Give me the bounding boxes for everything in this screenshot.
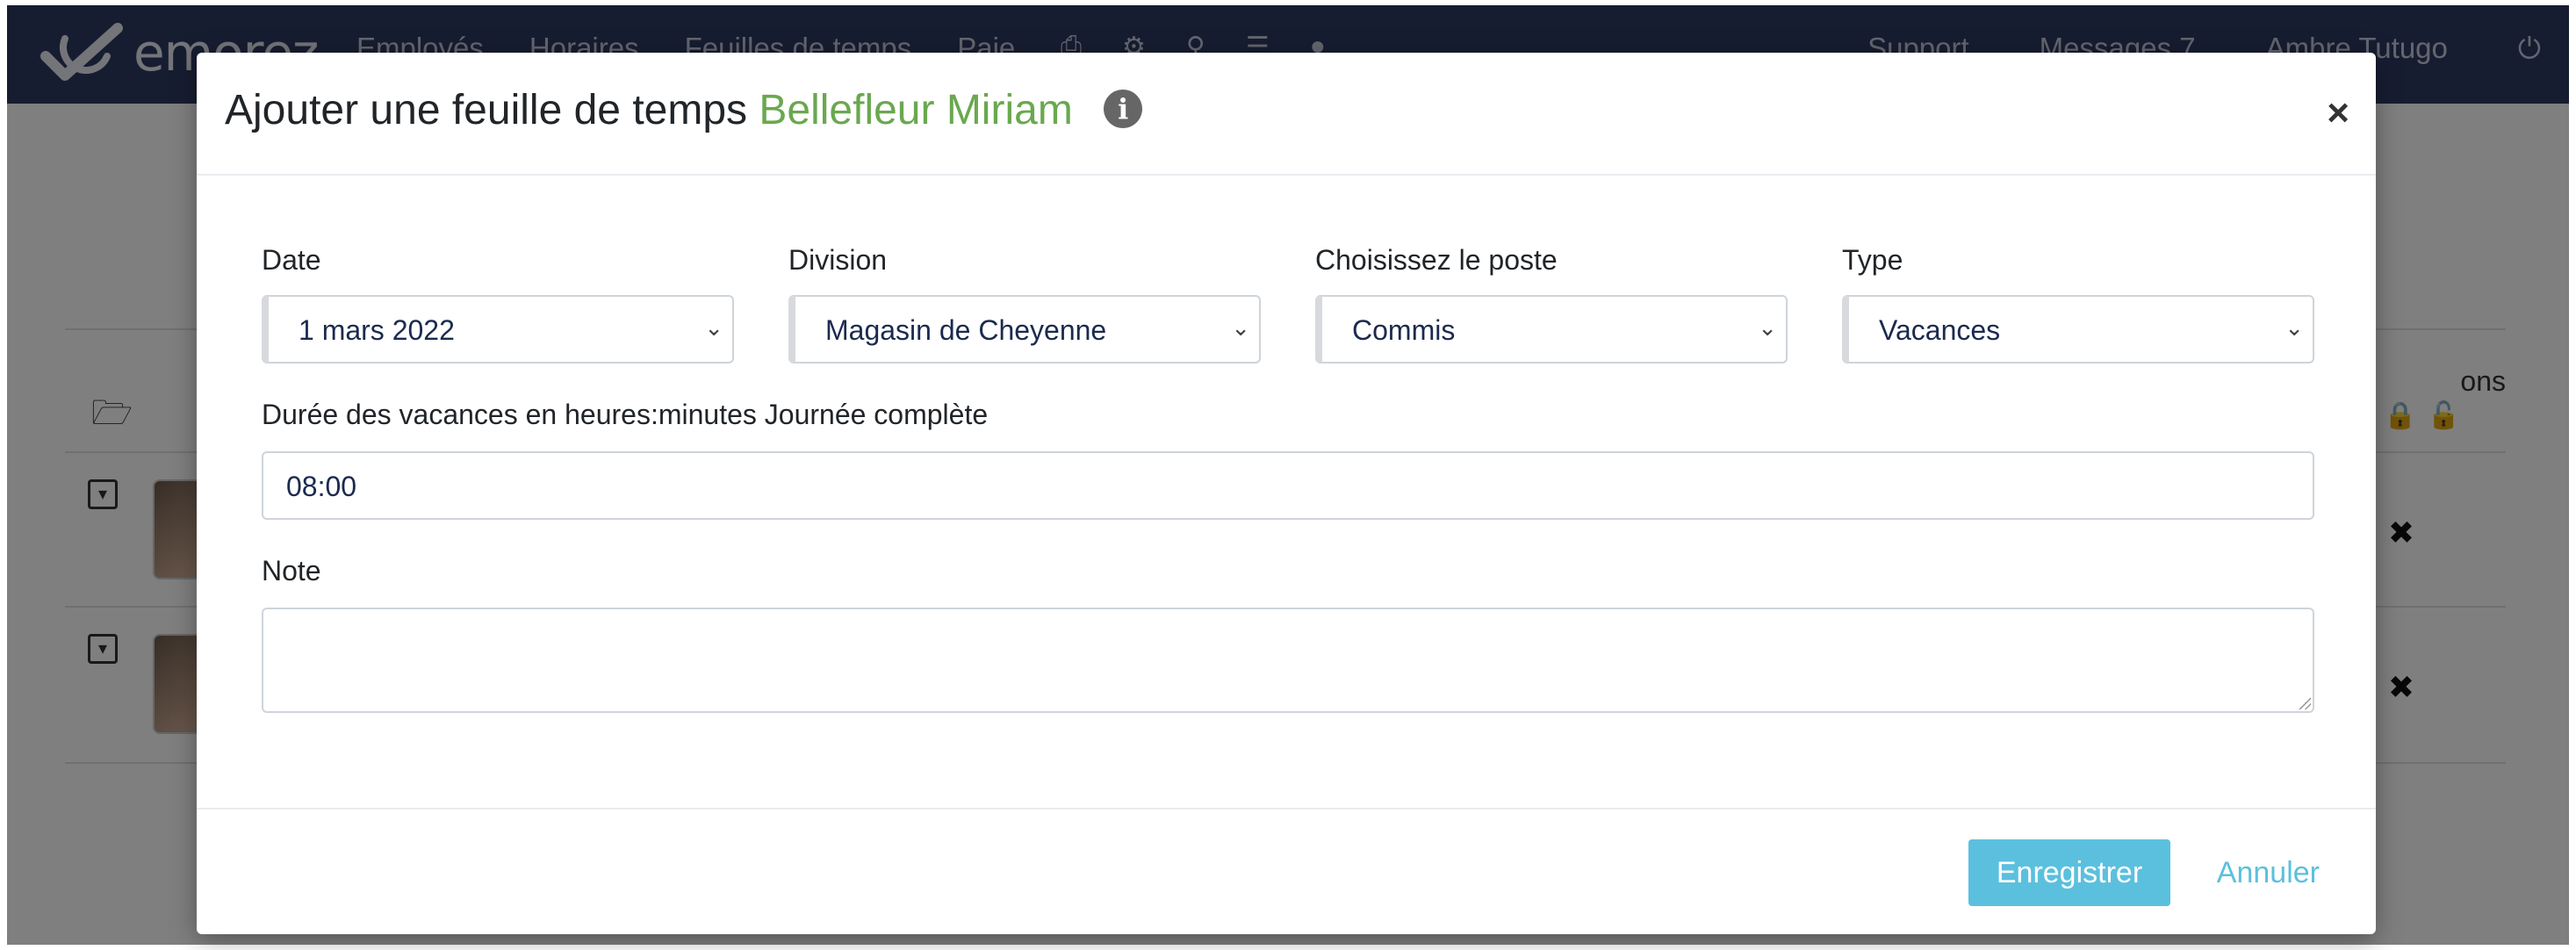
note-textarea[interactable]	[262, 608, 2314, 713]
duration-label: Durée des vacances en heures:minutes Jou…	[262, 399, 989, 430]
date-select[interactable]: 1 mars 2022 ⌄	[262, 295, 734, 363]
division-select-value: Magasin de Cheyenne	[825, 314, 1107, 346]
modal-header: Ajouter une feuille de temps Bellefleur …	[197, 53, 2376, 176]
duration-input[interactable]: 08:00	[262, 451, 2314, 520]
type-select-value: Vacances	[1879, 314, 2001, 346]
save-button[interactable]: Enregistrer	[1968, 839, 2170, 906]
poste-select[interactable]: Commis ⌄	[1315, 295, 1788, 363]
employee-name: Bellefleur Miriam	[759, 87, 1073, 133]
chevron-down-icon: ⌄	[1231, 314, 1250, 341]
modal-footer: Enregistrer Annuler	[197, 808, 2376, 936]
resize-handle[interactable]	[2299, 697, 2311, 709]
cancel-button[interactable]: Annuler	[2217, 839, 2320, 906]
date-select-value: 1 mars 2022	[299, 314, 455, 346]
poste-label: Choisissez le poste	[1315, 244, 1558, 276]
note-label: Note	[262, 555, 321, 587]
division-label: Division	[788, 244, 888, 276]
chevron-down-icon: ⌄	[2285, 314, 2304, 341]
duration-input-value: 08:00	[286, 471, 357, 502]
modal-title-text: Ajouter une feuille de temps	[225, 87, 748, 133]
info-icon[interactable]: i	[1104, 90, 1143, 129]
division-select[interactable]: Magasin de Cheyenne ⌄	[788, 295, 1261, 363]
modal-title: Ajouter une feuille de temps Bellefleur …	[225, 86, 1143, 134]
type-select[interactable]: Vacances ⌄	[1842, 295, 2314, 363]
poste-select-value: Commis	[1352, 314, 1456, 346]
chevron-down-icon: ⌄	[1758, 314, 1777, 341]
type-label: Type	[1842, 244, 1903, 276]
date-label: Date	[262, 244, 321, 276]
close-button[interactable]: ×	[2327, 91, 2349, 135]
chevron-down-icon: ⌄	[704, 314, 723, 341]
add-timesheet-modal: Ajouter une feuille de temps Bellefleur …	[197, 53, 2376, 934]
